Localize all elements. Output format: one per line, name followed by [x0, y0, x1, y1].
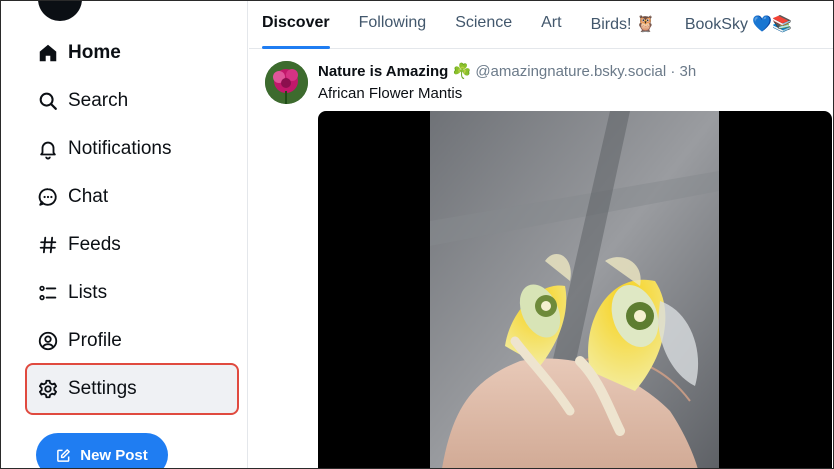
- post-header: Nature is Amazing ☘️ @amazingnature.bsky…: [318, 62, 696, 80]
- hash-icon: [37, 234, 59, 256]
- tab-art[interactable]: Art: [541, 1, 561, 49]
- sidebar-item-label: Chat: [68, 186, 109, 207]
- sidebar-item-label: Feeds: [68, 234, 121, 255]
- tab-following[interactable]: Following: [359, 1, 427, 49]
- mantis-video-frame: [430, 111, 719, 468]
- app-window: Home Search Notifications Chat Feeds Lis…: [0, 0, 834, 469]
- tab-science[interactable]: Science: [455, 1, 512, 49]
- tab-discover[interactable]: Discover: [262, 1, 330, 49]
- bell-icon: [37, 138, 59, 160]
- feed-post[interactable]: Nature is Amazing ☘️ @amazingnature.bsky…: [249, 50, 833, 468]
- sidebar-item-label: Home: [68, 42, 121, 63]
- compose-icon: [57, 448, 71, 462]
- sidebar-item-home[interactable]: Home: [27, 29, 237, 77]
- gear-icon: [37, 378, 59, 400]
- tab-birds[interactable]: Birds! 🦉: [591, 1, 656, 49]
- new-post-label: New Post: [80, 446, 148, 464]
- sidebar-item-profile[interactable]: Profile: [27, 317, 237, 365]
- author-handle-time[interactable]: @amazingnature.bsky.social · 3h: [475, 63, 696, 80]
- feed-tabs: Discover Following Science Art Birds! 🦉 …: [249, 1, 833, 49]
- sidebar-item-label: Profile: [68, 330, 122, 351]
- sidebar-item-label: Settings: [68, 378, 137, 399]
- search-icon: [37, 90, 59, 112]
- sidebar-item-label: Search: [68, 90, 129, 111]
- author-name[interactable]: Nature is Amazing ☘️: [318, 63, 471, 80]
- sidebar-item-label: Lists: [68, 282, 108, 303]
- sidebar-item-feeds[interactable]: Feeds: [27, 221, 237, 269]
- sidebar-item-settings[interactable]: Settings: [25, 363, 239, 415]
- post-text: African Flower Mantis: [318, 85, 463, 102]
- user-avatar[interactable]: [38, 1, 82, 21]
- tab-booksky[interactable]: BookSky 💙📚: [685, 1, 792, 49]
- profile-icon: [37, 330, 59, 352]
- home-icon: [37, 42, 59, 64]
- sidebar-item-notifications[interactable]: Notifications: [27, 125, 237, 173]
- sidebar-item-lists[interactable]: Lists: [27, 269, 237, 317]
- sidebar-item-label: Notifications: [68, 138, 172, 159]
- author-avatar[interactable]: [265, 61, 308, 104]
- sidebar-item-chat[interactable]: Chat: [27, 173, 237, 221]
- new-post-button[interactable]: New Post: [36, 433, 168, 468]
- left-sidebar: Home Search Notifications Chat Feeds Lis…: [1, 1, 248, 468]
- sidebar-item-search[interactable]: Search: [27, 77, 237, 125]
- list-icon: [37, 282, 59, 304]
- chat-bubble-icon: [37, 186, 59, 208]
- video-player[interactable]: [318, 111, 832, 468]
- main-feed: Discover Following Science Art Birds! 🦉 …: [249, 1, 833, 468]
